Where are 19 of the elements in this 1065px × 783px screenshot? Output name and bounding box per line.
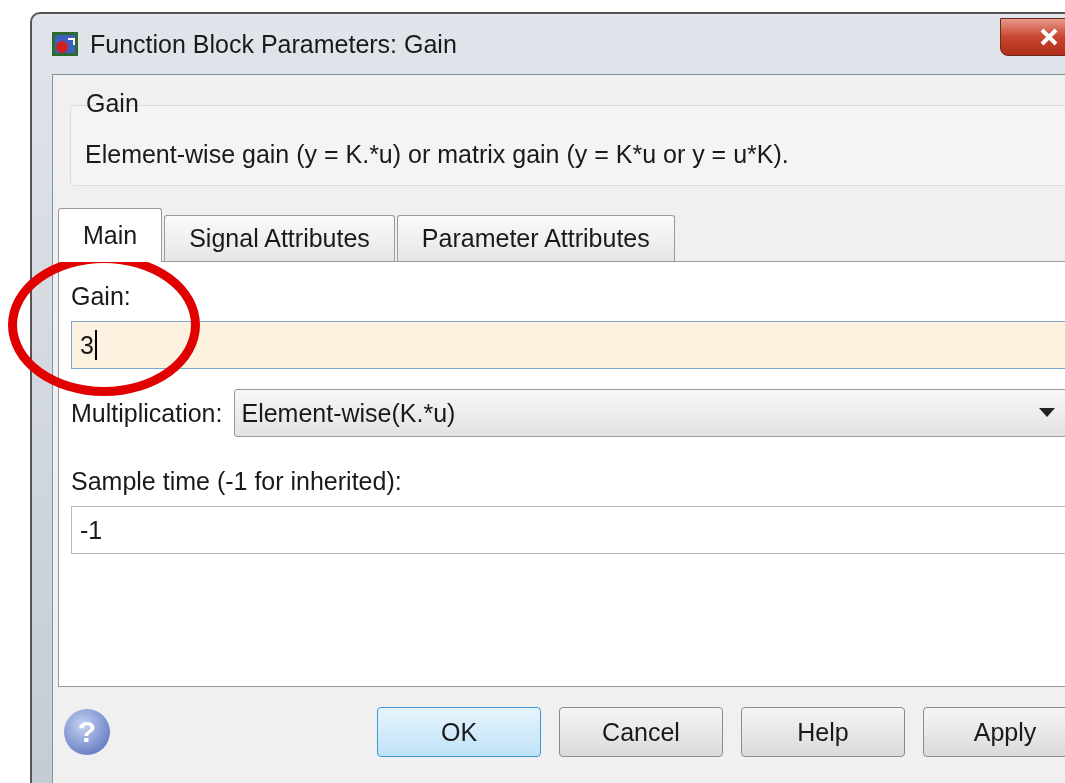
group-title: Gain: [85, 88, 140, 119]
tab[interactable]: Main: [58, 208, 163, 262]
dialog-button[interactable]: Apply: [923, 707, 1065, 757]
close-icon: [1039, 27, 1059, 47]
field-label: Multiplication:: [71, 398, 223, 428]
dialog-button[interactable]: Cancel: [559, 707, 723, 757]
field-label: Sample time (-1 for inherited):: [71, 467, 403, 496]
dropdown[interactable]: Element-wise(K.*u): [234, 389, 1065, 437]
input-field[interactable]: -1: [71, 506, 1065, 554]
field-label: Gain:: [71, 282, 132, 311]
window-title: Function Block Parameters: Gain: [90, 29, 457, 59]
tab[interactable]: Signal Attributes: [164, 215, 395, 261]
tab[interactable]: Parameter Attributes: [396, 215, 675, 261]
dialog-button[interactable]: Help: [741, 707, 905, 757]
caret-icon: [1039, 408, 1055, 418]
block-diagram-icon: [50, 29, 80, 59]
dialog-button[interactable]: OK: [377, 707, 541, 757]
input-field[interactable]: 3: [71, 321, 1065, 369]
block-description: Element-wise gain (y = K.*u) or matrix gain (y = K*u or y = u*K).: [85, 140, 789, 168]
